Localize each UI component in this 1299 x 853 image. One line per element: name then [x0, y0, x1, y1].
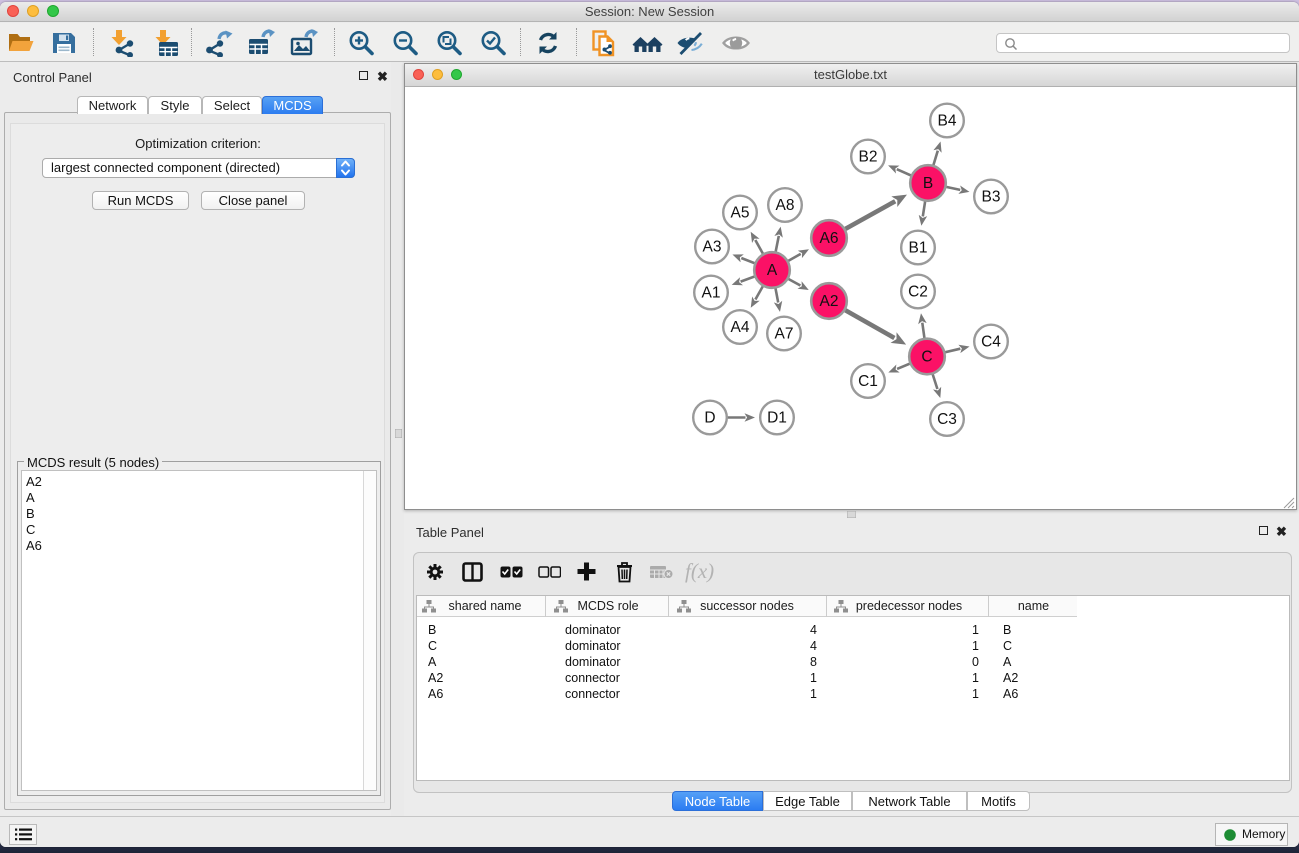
svg-text:C: C — [921, 349, 932, 366]
svg-text:A6: A6 — [820, 230, 839, 247]
svg-text:B3: B3 — [982, 189, 1001, 206]
svg-text:A5: A5 — [731, 205, 750, 222]
svg-text:D: D — [704, 410, 715, 427]
svg-text:C2: C2 — [908, 284, 928, 301]
svg-text:B2: B2 — [859, 149, 878, 166]
svg-text:A: A — [767, 262, 778, 279]
svg-text:A1: A1 — [702, 285, 721, 302]
svg-text:A2: A2 — [820, 293, 839, 310]
svg-text:A4: A4 — [731, 319, 750, 336]
svg-text:A8: A8 — [776, 197, 795, 214]
svg-text:C1: C1 — [858, 373, 878, 390]
svg-text:B1: B1 — [909, 240, 928, 257]
svg-text:A7: A7 — [775, 326, 794, 343]
svg-text:B: B — [923, 175, 933, 192]
svg-text:A3: A3 — [703, 239, 722, 256]
svg-text:C3: C3 — [937, 411, 957, 428]
svg-text:B4: B4 — [938, 113, 957, 130]
svg-text:D1: D1 — [767, 410, 787, 427]
svg-text:C4: C4 — [981, 334, 1001, 351]
